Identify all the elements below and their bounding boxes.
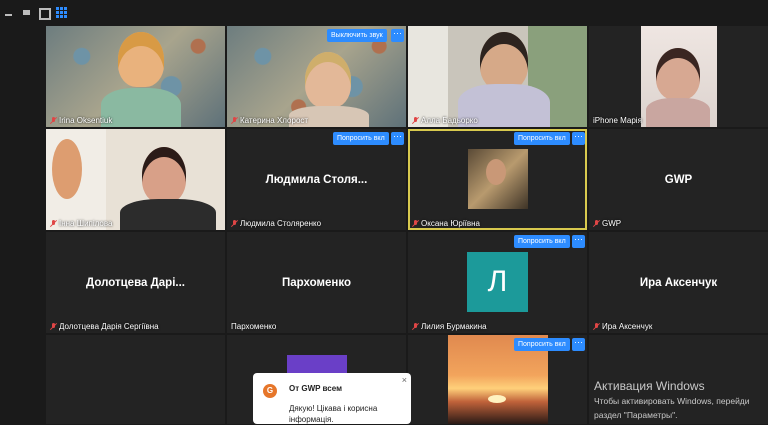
mic-muted-icon [593,322,600,331]
participant-display-name: Пархоменко [282,276,351,289]
sender-avatar: G [263,384,277,398]
activation-line-2: раздел "Параметры". [594,410,678,420]
participant-name: Лилия Бурмакина [412,322,487,331]
video-tile[interactable]: Попросить вкл ··· [408,335,587,424]
more-options-button[interactable]: ··· [572,338,585,351]
window-topbar [0,0,768,26]
more-options-button[interactable]: ··· [572,235,585,248]
participant-video [305,52,351,108]
ask-to-start-video-button[interactable]: Попросить вкл [514,235,570,248]
participant-name: Ира Аксенчук [593,322,652,331]
video-tile[interactable]: Пархоменко Пархоменко [227,232,406,333]
mic-muted-icon [593,219,600,228]
participant-name: Інна Шипілова [50,219,112,228]
video-tile[interactable]: Інна Шипілова [46,129,225,230]
video-tile[interactable]: Irina Oksentiuk [46,26,225,127]
more-options-button[interactable]: ··· [391,132,404,145]
participant-name: Пархоменко [231,322,277,331]
mic-muted-icon [50,322,57,331]
participant-video [480,32,528,90]
participant-avatar [287,355,347,373]
video-tile[interactable]: Долотцева Дарі... Долотцева Дарія Сергії… [46,232,225,333]
mic-muted-icon [50,116,57,125]
participant-name: Катерина Хлорост [231,116,308,125]
video-tile[interactable]: Л Попросить вкл ··· Лилия Бурмакина [408,232,587,333]
video-tile[interactable]: Алла Бадьорко [408,26,587,127]
participant-name: Оксана Юріївна [412,219,480,228]
participant-name: GWP [593,219,621,228]
participant-name: Долотцева Дарія Сергіївна [50,322,159,331]
mic-muted-icon [231,116,238,125]
ask-to-start-video-button[interactable]: Попросить вкл [514,132,570,145]
participant-initial-avatar: Л [467,252,528,312]
more-options-button[interactable]: ··· [391,29,404,42]
more-options-button[interactable]: ··· [572,132,585,145]
participant-video [142,147,186,203]
video-tile[interactable]: Попросить вкл ··· Людмила Столя... Людми… [227,129,406,230]
mic-muted-icon [231,219,238,228]
video-tile[interactable]: Ира Аксенчук Ира Аксенчук [589,232,768,333]
participant-name: Алла Бадьорко [412,116,478,125]
activation-line-1: Чтобы активировать Windows, перейди [594,396,750,406]
video-tile[interactable] [46,335,225,424]
close-icon[interactable]: × [402,375,407,385]
participant-video [118,32,164,87]
video-tile-active-speaker[interactable]: Попросить вкл ··· Оксана Юріївна [408,129,587,230]
participant-name: Irina Oksentiuk [50,116,112,125]
participant-name: iPhone Марія [593,116,642,125]
mic-muted-icon [412,322,419,331]
mic-muted-icon [412,116,419,125]
participant-display-name: Людмила Столя... [265,173,368,186]
video-tile[interactable]: iPhone Марія [589,26,768,127]
ask-to-start-video-button[interactable]: Попросить вкл [333,132,389,145]
gallery-view-icon[interactable] [56,7,67,18]
video-tile[interactable]: Выключить звук ··· Катерина Хлорост [227,26,406,127]
mic-muted-icon [412,219,419,228]
windows-activation-watermark: Активация Windows Чтобы активировать Win… [594,379,750,421]
participant-photo [468,149,528,209]
mute-audio-button[interactable]: Выключить звук [327,29,387,42]
participant-name: Людмила Столяренко [231,219,321,228]
participant-display-name: Ира Аксенчук [639,276,718,289]
activation-title: Активация Windows [594,379,705,393]
participant-display-name: GWP [664,173,693,186]
chat-notification[interactable]: G От GWP всем Дякую! Цікава і корисна ін… [253,373,411,424]
restore-icon[interactable] [22,8,34,18]
mic-muted-icon [50,219,57,228]
minimize-icon[interactable] [4,8,16,18]
fullscreen-icon[interactable] [39,8,51,20]
chat-sender: От GWP всем [289,384,342,393]
chat-message: Дякую! Цікава і корисна інформація. [289,404,378,424]
ask-to-start-video-button[interactable]: Попросить вкл [514,338,570,351]
video-tile[interactable]: GWP GWP [589,129,768,230]
participant-display-name: Долотцева Дарі... [86,276,185,289]
